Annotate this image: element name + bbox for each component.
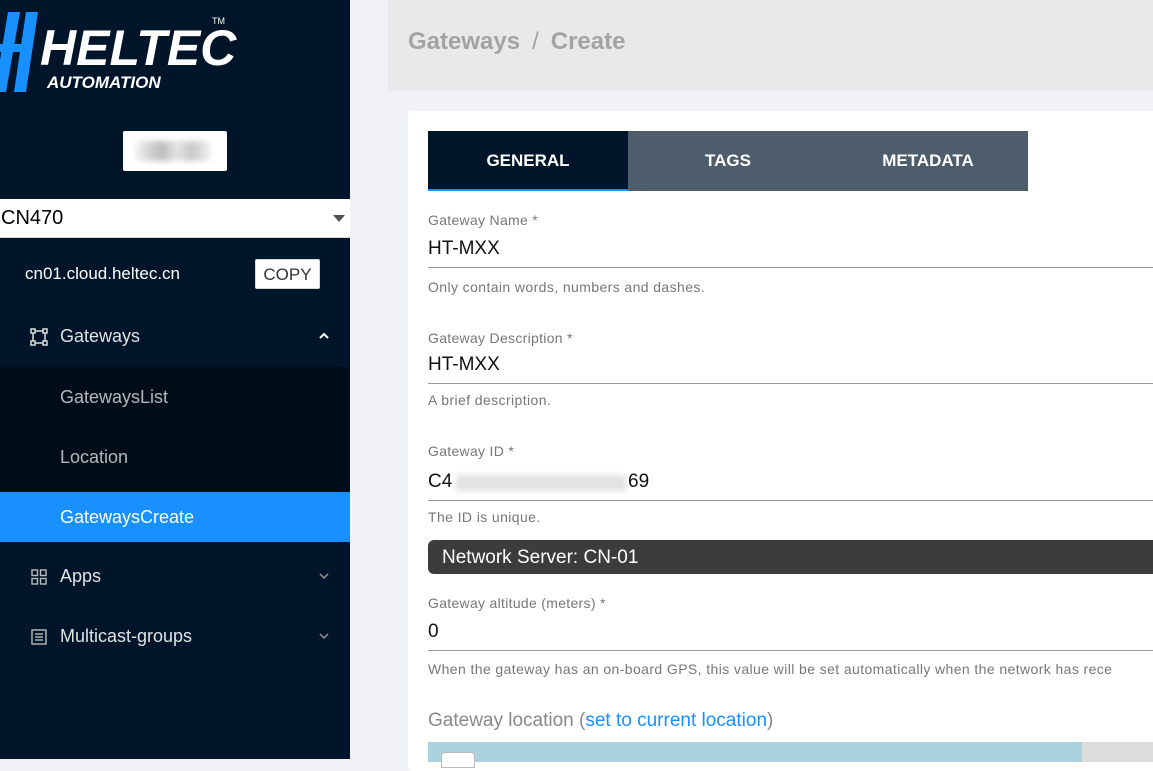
gateway-name-field: Gateway Name * HT-MXX Only contain words… — [428, 212, 1153, 295]
gateway-name-input[interactable]: HT-MXX — [428, 234, 1153, 268]
field-label: Gateway Description * — [428, 330, 573, 346]
menu-multicast-groups[interactable]: Multicast-groups — [0, 612, 350, 662]
breadcrumb-create: Create — [550, 28, 626, 55]
copy-button[interactable]: COPY — [255, 259, 320, 289]
gateway-altitude-input[interactable]: 0 — [428, 617, 1153, 651]
server-host: cn01.cloud.heltec.cn — [25, 264, 180, 283]
dropdown-caret-icon — [333, 215, 345, 222]
map-tile-grey — [1082, 742, 1153, 762]
gateway-description-field: Gateway Description * HT-MXX A brief des… — [428, 330, 1153, 408]
field-label: Gateway ID * — [428, 443, 515, 459]
multicast-icon — [31, 629, 47, 645]
region-value: CN470 — [1, 207, 64, 229]
location-label-close: ) — [767, 710, 774, 731]
tab-general[interactable]: GENERAL — [428, 131, 628, 191]
field-help: Only contain words, numbers and dashes. — [428, 279, 706, 295]
server-row: cn01.cloud.heltec.cn COPY — [0, 256, 350, 292]
submenu-label: Location — [60, 447, 129, 467]
chevron-up-icon — [319, 332, 329, 339]
breadcrumb-gateways[interactable]: Gateways — [408, 28, 520, 55]
tab-metadata[interactable]: METADATA — [828, 131, 1028, 191]
gateway-location-title: Gateway location (set to current locatio… — [428, 710, 773, 732]
menu-gateways[interactable]: Gateways — [0, 312, 350, 362]
gateway-description-input[interactable]: HT-MXX — [428, 350, 1153, 384]
apps-grid-icon — [31, 569, 47, 585]
breadcrumb: Gateways / Create — [408, 28, 625, 56]
field-help: The ID is unique. — [428, 509, 541, 525]
network-server-banner: Network Server: CN-01 — [428, 540, 1153, 574]
heltec-logo: HELTEC AUTOMATION TM — [0, 0, 240, 110]
chevron-down-icon — [319, 573, 329, 580]
menu-label: Gateways — [60, 326, 141, 346]
field-label: Gateway Name * — [428, 212, 539, 228]
gateway-id-end: 69 — [628, 471, 650, 492]
gateway-icon — [30, 328, 48, 346]
location-label: Gateway location ( — [428, 710, 586, 731]
field-help: A brief description. — [428, 392, 552, 408]
set-current-location-link[interactable]: set to current location — [585, 710, 767, 731]
chevron-down-icon — [319, 633, 329, 640]
submenu-label: GatewaysCreate — [60, 507, 195, 527]
field-help: When the gateway has an on-board GPS, th… — [428, 661, 1113, 677]
submenu-gateways-list[interactable]: GatewaysList — [0, 372, 350, 422]
menu-label: Multicast-groups — [60, 626, 193, 646]
page-header: Gateways / Create — [388, 0, 1153, 91]
breadcrumb-separator: / — [532, 28, 539, 55]
tab-bar: GENERAL TAGS METADATA — [428, 131, 1028, 191]
map-zoom-control[interactable] — [441, 752, 475, 768]
gateways-submenu: GatewaysList Location GatewaysCreate — [0, 367, 350, 542]
submenu-label: GatewaysList — [60, 387, 169, 407]
gateway-altitude-field: Gateway altitude (meters) * 0 When the g… — [428, 595, 1153, 677]
tab-tags[interactable]: TAGS — [628, 131, 828, 191]
sidebar: HELTEC AUTOMATION TM CN470 cn01.cloud.he… — [0, 0, 350, 759]
submenu-location[interactable]: Location — [0, 432, 350, 482]
redacted-id — [456, 475, 626, 491]
svg-text:AUTOMATION: AUTOMATION — [46, 73, 161, 92]
redacted-username — [135, 141, 211, 161]
menu-label: Apps — [60, 566, 102, 586]
gateway-id-field: Gateway ID * C4 69 The ID is unique. — [428, 443, 1153, 525]
network-server-label: Network Server: CN-01 — [442, 547, 639, 568]
submenu-gateways-create[interactable]: GatewaysCreate — [0, 492, 350, 542]
location-map[interactable] — [428, 742, 1082, 762]
menu-apps[interactable]: Apps — [0, 552, 350, 602]
gateway-id-start: C4 — [428, 471, 453, 492]
region-select[interactable]: CN470 — [0, 199, 350, 238]
field-label: Gateway altitude (meters) * — [428, 595, 606, 611]
gateway-id-input[interactable]: C4 69 — [428, 467, 1153, 501]
svg-text:TM: TM — [212, 16, 225, 26]
user-name-box[interactable] — [123, 131, 227, 171]
svg-text:HELTEC: HELTEC — [40, 20, 237, 76]
